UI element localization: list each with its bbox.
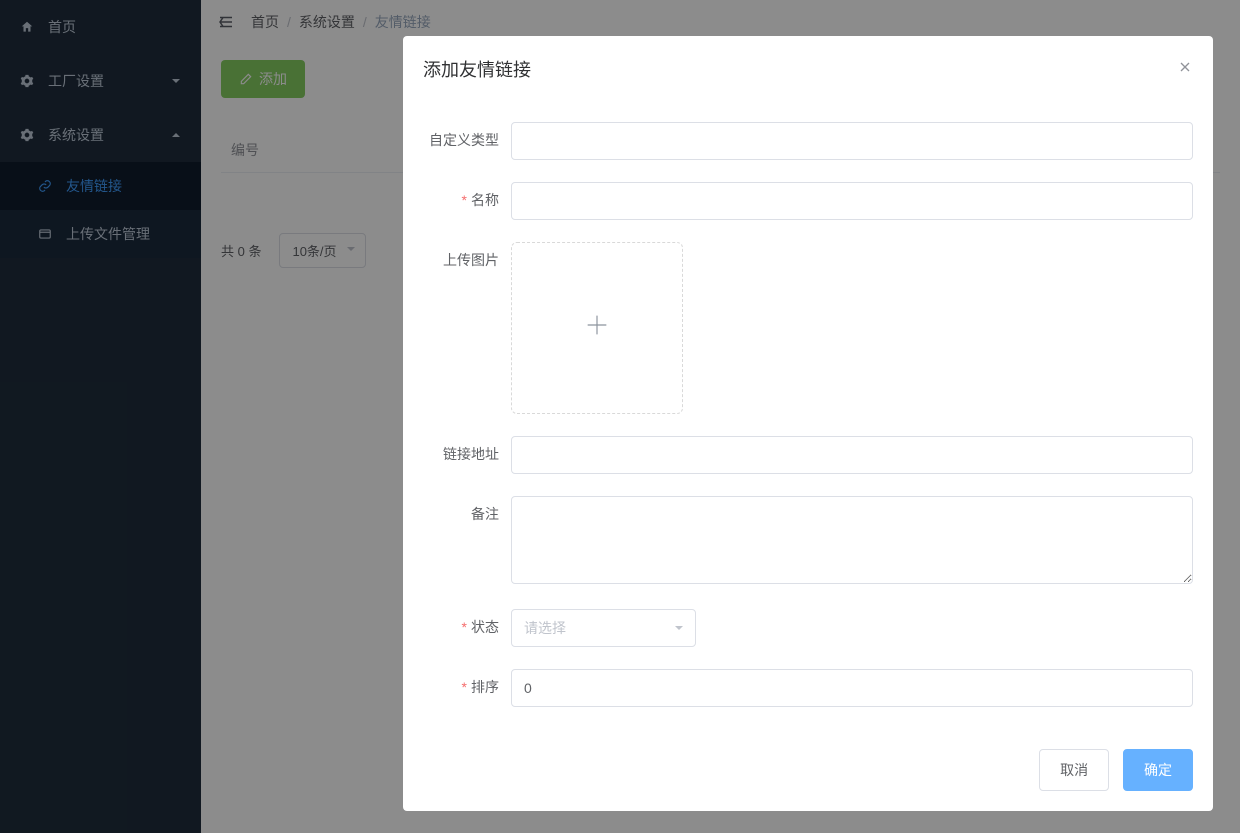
dialog-body: 自定义类型 名称 上传图片 链接地址 备注 — [403, 92, 1213, 739]
custom-type-input[interactable] — [511, 122, 1193, 160]
remark-label: 备注 — [423, 496, 511, 524]
name-label: 名称 — [423, 182, 511, 210]
status-select[interactable]: 请选择 — [511, 609, 696, 647]
dialog-header: 添加友情链接 — [403, 36, 1213, 92]
sort-input[interactable] — [511, 669, 1193, 707]
add-link-dialog: 添加友情链接 自定义类型 名称 上传图片 链接地址 — [403, 36, 1213, 811]
url-input[interactable] — [511, 436, 1193, 474]
name-input[interactable] — [511, 182, 1193, 220]
remark-textarea[interactable] — [511, 496, 1193, 584]
url-label: 链接地址 — [423, 436, 511, 464]
field-name: 名称 — [423, 182, 1193, 220]
field-upload: 上传图片 — [423, 242, 1193, 414]
close-icon[interactable] — [1177, 59, 1193, 80]
field-remark: 备注 — [423, 496, 1193, 587]
custom-type-label: 自定义类型 — [423, 122, 511, 150]
field-url: 链接地址 — [423, 436, 1193, 474]
cancel-button[interactable]: 取消 — [1039, 749, 1109, 791]
status-placeholder: 请选择 — [524, 618, 566, 638]
status-label: 状态 — [423, 609, 511, 637]
dialog-title: 添加友情链接 — [423, 56, 531, 82]
dialog-footer: 取消 确定 — [403, 739, 1213, 811]
sort-label: 排序 — [423, 669, 511, 697]
field-sort: 排序 — [423, 669, 1193, 707]
confirm-button[interactable]: 确定 — [1123, 749, 1193, 791]
upload-label: 上传图片 — [423, 242, 511, 270]
field-status: 状态 请选择 — [423, 609, 1193, 647]
upload-image-box[interactable] — [511, 242, 683, 414]
plus-icon — [583, 311, 611, 346]
field-custom-type: 自定义类型 — [423, 122, 1193, 160]
